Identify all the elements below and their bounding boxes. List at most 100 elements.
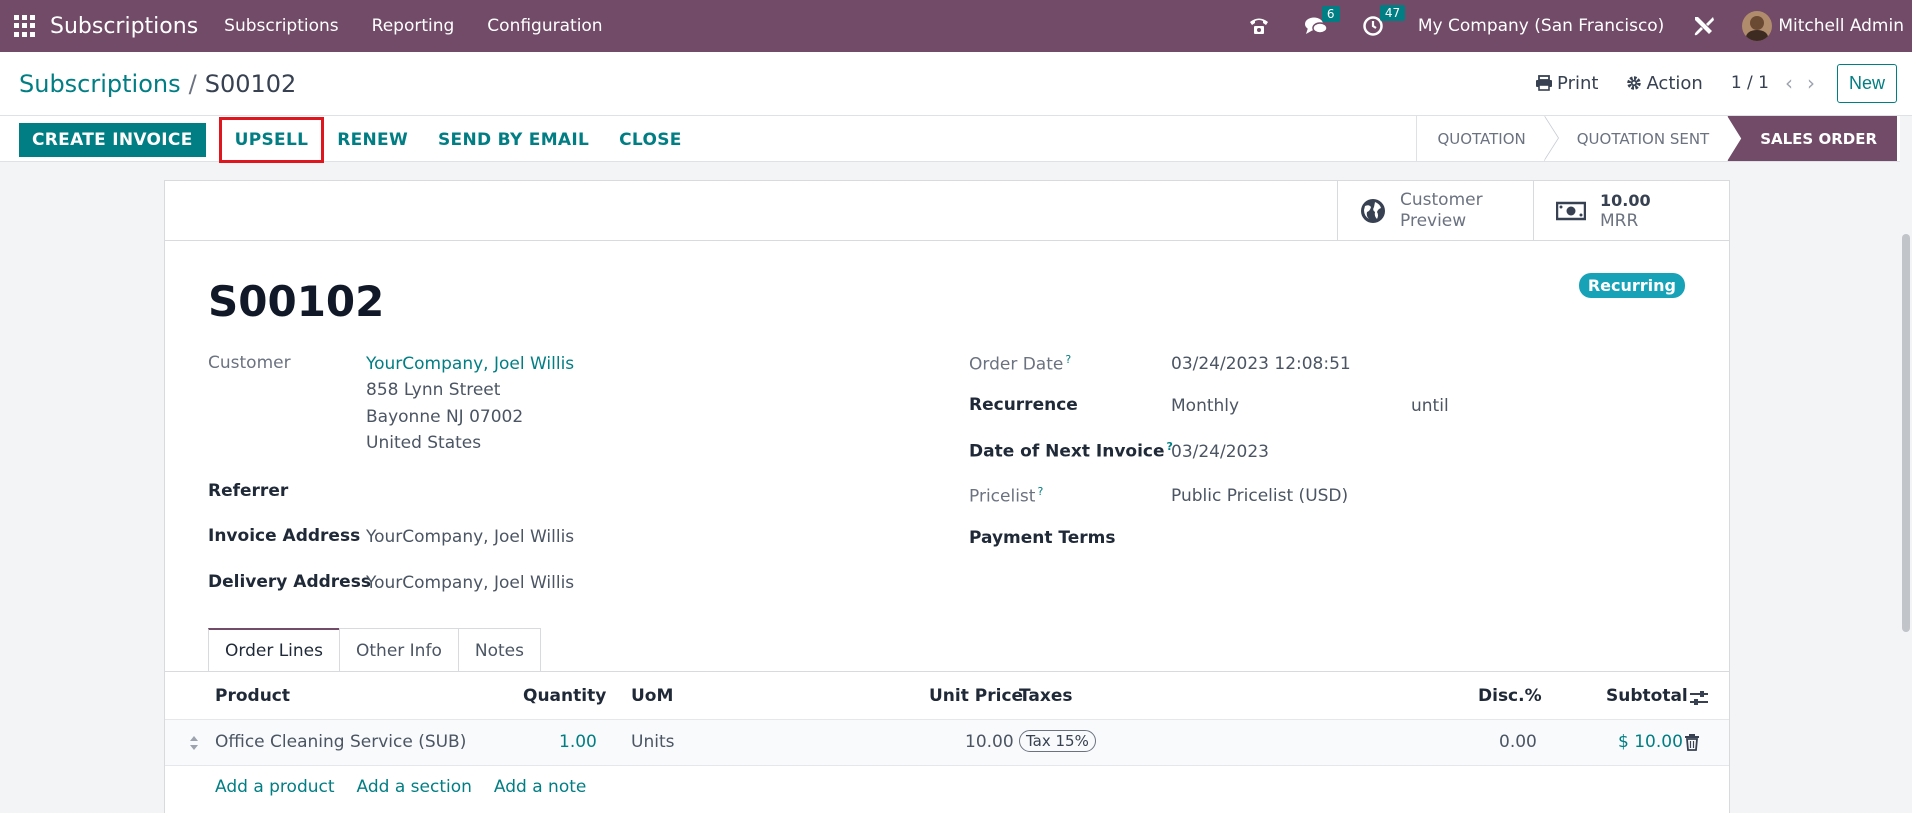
menu-reporting[interactable]: Reporting — [372, 16, 455, 36]
order-date-label: Order Date? — [969, 353, 1072, 375]
customer-preview-line2: Preview — [1400, 210, 1467, 231]
apps-menu-icon[interactable] — [14, 15, 36, 37]
order-title: S00102 — [208, 277, 385, 326]
printer-icon — [1536, 75, 1553, 91]
stage-pipeline: QUOTATION QUOTATION SENT SALES ORDER — [1416, 116, 1897, 161]
delete-trash-icon[interactable] — [1685, 734, 1699, 751]
customer-country: United States — [366, 433, 482, 453]
menu-configuration[interactable]: Configuration — [487, 16, 602, 36]
mrr-label: MRR — [1600, 210, 1639, 231]
control-panel: Subscriptions / S00102 Print Action 1 / 1 … — [0, 52, 1912, 116]
print-button[interactable]: Print — [1535, 73, 1598, 94]
user-menu[interactable]: Mitchell Admin — [1742, 11, 1904, 41]
order-lines-header: Product Quantity UoM Unit Price Taxes Di… — [165, 672, 1729, 720]
menu-subscriptions[interactable]: Subscriptions — [224, 16, 338, 36]
table-row[interactable]: Office Cleaning Service (SUB) 1.00 Units… — [165, 720, 1729, 766]
renew-button[interactable]: RENEW — [322, 123, 423, 157]
row-unit-price[interactable]: 10.00 — [965, 732, 1014, 752]
stage-quotation-label: QUOTATION — [1437, 129, 1526, 148]
row-quantity[interactable]: 1.00 — [559, 732, 597, 752]
tab-other-info[interactable]: Other Info — [339, 628, 459, 672]
col-product[interactable]: Product — [215, 686, 290, 706]
add-line-links: Add a product Add a section Add a note — [215, 777, 608, 797]
customer-preview-line1: Customer — [1400, 189, 1483, 210]
top-navbar: Subscriptions Subscriptions Reporting Co… — [0, 0, 1912, 52]
delivery-address-value[interactable]: YourCompany, Joel Willis — [366, 573, 574, 593]
row-uom[interactable]: Units — [631, 732, 674, 752]
smart-button-box: Customer Preview 10.00 MRR — [1337, 181, 1729, 240]
col-uom[interactable]: UoM — [631, 686, 673, 706]
breadcrumb: Subscriptions / S00102 — [19, 70, 296, 98]
upsell-button[interactable]: UPSELL — [218, 117, 325, 163]
notebook-tabs: Order Lines Other Info Notes — [208, 628, 541, 672]
action-button[interactable]: Action — [1626, 73, 1703, 94]
sheet-divider — [165, 240, 1729, 241]
breadcrumb-current: S00102 — [204, 70, 297, 98]
messages-count-badge: 6 — [1321, 6, 1340, 22]
col-subtotal[interactable]: Subtotal — [1606, 686, 1688, 706]
stage-quotation[interactable]: QUOTATION — [1416, 116, 1559, 161]
create-invoice-button[interactable]: CREATE INVOICE — [19, 123, 206, 157]
row-disc[interactable]: 0.00 — [1499, 732, 1537, 752]
app-brand[interactable]: Subscriptions — [50, 14, 198, 39]
payment-terms-label: Payment Terms — [969, 528, 1116, 548]
money-icon — [1556, 201, 1586, 220]
form-sheet: Customer Preview 10.00 MRR Recurring S00… — [164, 180, 1730, 813]
activities-clock-icon[interactable]: 47 — [1362, 5, 1406, 37]
mrr-button[interactable]: 10.00 MRR — [1533, 181, 1729, 240]
pager-value[interactable]: 1 / 1 — [1731, 73, 1769, 93]
delivery-address-label: Delivery Address — [208, 572, 371, 592]
invoice-address-value[interactable]: YourCompany, Joel Willis — [366, 527, 574, 547]
page-scrollbar[interactable] — [1900, 116, 1912, 813]
col-taxes[interactable]: Taxes — [1019, 686, 1073, 706]
pricelist-value[interactable]: Public Pricelist (USD) — [1171, 486, 1348, 506]
customer-city: Bayonne NJ 07002 — [366, 407, 524, 427]
company-switcher[interactable]: My Company (San Francisco) — [1418, 16, 1664, 36]
stage-quotation-sent[interactable]: QUOTATION SENT — [1543, 116, 1728, 161]
row-tax-tag[interactable]: Tax 15% — [1019, 730, 1096, 752]
help-tooltip-icon[interactable]: ? — [1065, 353, 1071, 366]
next-invoice-label: Date of Next Invoice? — [969, 440, 1173, 462]
messages-icon[interactable]: 6 — [1304, 6, 1340, 36]
add-product-link[interactable]: Add a product — [215, 777, 335, 797]
activities-count-badge: 47 — [1379, 5, 1406, 21]
col-disc[interactable]: Disc.% — [1478, 686, 1542, 706]
phone-icon[interactable] — [1248, 16, 1270, 36]
globe-icon — [1361, 198, 1385, 223]
recurrence-until-label: until — [1411, 396, 1449, 416]
add-section-link[interactable]: Add a section — [357, 777, 472, 797]
row-product[interactable]: Office Cleaning Service (SUB) — [215, 732, 466, 752]
new-button[interactable]: New — [1836, 63, 1897, 103]
customer-street: 858 Lynn Street — [366, 380, 501, 400]
invoice-address-label: Invoice Address — [208, 526, 361, 546]
col-unit-price[interactable]: Unit Price — [929, 686, 1023, 706]
add-note-link[interactable]: Add a note — [494, 777, 586, 797]
next-invoice-value[interactable]: 03/24/2023 — [1171, 442, 1269, 462]
help-tooltip-icon[interactable]: ? — [1037, 485, 1043, 498]
pager-next-icon[interactable]: › — [1807, 71, 1815, 95]
referrer-label: Referrer — [208, 481, 289, 501]
order-date-value[interactable]: 03/24/2023 12:08:51 — [1171, 354, 1351, 374]
close-button[interactable]: CLOSE — [604, 123, 697, 157]
customer-name-link[interactable]: YourCompany, Joel Willis — [366, 354, 574, 374]
tab-notes[interactable]: Notes — [457, 628, 541, 672]
pager-previous-icon[interactable]: ‹ — [1785, 71, 1793, 95]
stage-quotation-sent-label: QUOTATION SENT — [1576, 129, 1710, 148]
col-quantity[interactable]: Quantity — [523, 686, 606, 706]
recurrence-value[interactable]: Monthly — [1171, 396, 1239, 416]
recurrence-label: Recurrence — [969, 395, 1078, 415]
drag-handle-icon[interactable] — [189, 735, 199, 751]
stage-sales-order-label: SALES ORDER — [1760, 129, 1877, 148]
customer-label: Customer — [208, 353, 291, 373]
breadcrumb-parent-link[interactable]: Subscriptions — [19, 70, 181, 98]
user-avatar — [1742, 11, 1773, 41]
debug-tools-icon[interactable] — [1692, 14, 1716, 38]
column-settings-icon[interactable] — [1689, 689, 1709, 707]
scrollbar-thumb[interactable] — [1902, 234, 1910, 632]
send-by-email-button[interactable]: SEND BY EMAIL — [423, 123, 604, 157]
customer-preview-button[interactable]: Customer Preview — [1337, 181, 1533, 240]
gear-icon — [1627, 76, 1642, 90]
recurring-badge: Recurring — [1578, 273, 1685, 298]
stage-sales-order[interactable]: SALES ORDER — [1727, 116, 1897, 161]
tab-order-lines[interactable]: Order Lines — [208, 628, 340, 672]
